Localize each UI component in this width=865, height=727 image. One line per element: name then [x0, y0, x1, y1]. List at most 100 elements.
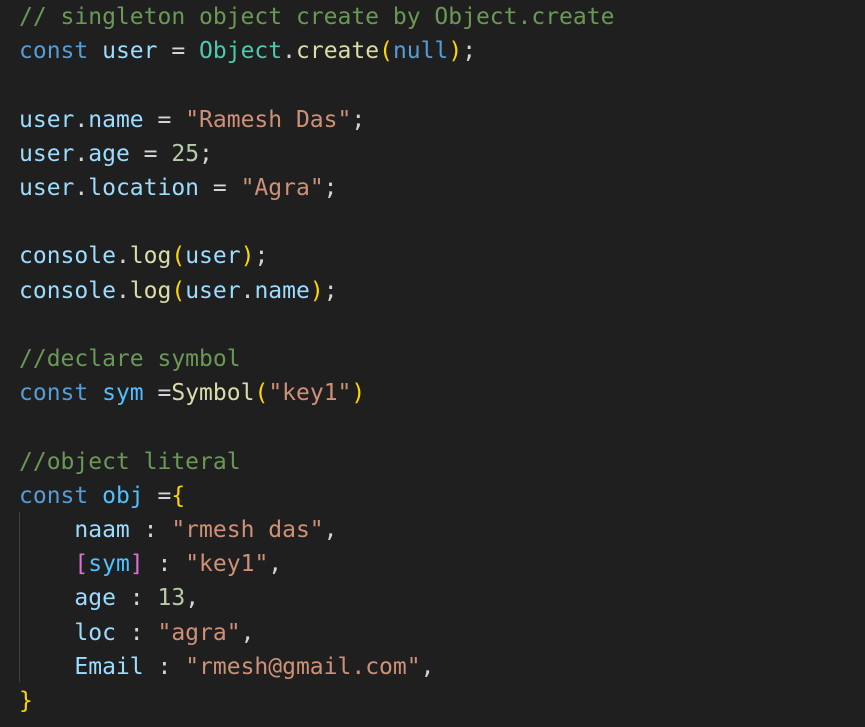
code-token: = [143, 106, 186, 133]
code-token: ) [448, 38, 463, 65]
code-token: user [185, 243, 241, 270]
code-token: . [74, 106, 89, 133]
code-line[interactable]: age : 13, [19, 581, 199, 615]
code-token: . [115, 243, 130, 270]
code-token: location [88, 175, 200, 201]
code-line[interactable]: Email : "rmesh@gmail.com", [19, 650, 434, 684]
code-line[interactable]: loc : "agra", [19, 616, 254, 650]
code-token: : [115, 585, 158, 612]
code-token: name [254, 277, 310, 304]
code-token: , [185, 585, 200, 612]
code-token: : [143, 653, 186, 680]
code-token: , [323, 517, 338, 543]
code-token: user [19, 106, 75, 133]
code-token: //declare symbol [19, 346, 241, 372]
code-token: = [129, 140, 172, 167]
code-line[interactable]: // singleton object create by Object.cre… [19, 0, 614, 34]
code-token: "rmesh@gmail.com" [185, 653, 421, 680]
code-token: const [19, 380, 89, 407]
code-line[interactable]: naam : "rmesh das", [19, 513, 338, 547]
code-token: ( [171, 277, 186, 304]
code-token: "Ramesh Das" [185, 106, 352, 133]
code-token: obj [102, 482, 144, 509]
code-token: console [19, 243, 116, 270]
code-token: "key1" [185, 551, 269, 578]
code-token: user [19, 140, 75, 167]
code-token: : [115, 619, 158, 646]
code-line[interactable]: const sym =Symbol("key1") [19, 376, 365, 410]
code-token: ] [129, 551, 144, 578]
code-line[interactable]: const obj ={ [19, 479, 185, 513]
code-token: ( [379, 38, 393, 65]
code-token: ; [462, 38, 477, 65]
code-token: = [199, 175, 241, 201]
code-token: ) [240, 243, 255, 270]
code-token: ) [351, 380, 366, 407]
code-line[interactable]: user.age = 25; [19, 137, 213, 171]
code-token: ; [351, 106, 366, 133]
code-token: } [19, 688, 33, 714]
code-token: sym [102, 380, 144, 407]
code-token: [ [74, 551, 89, 578]
code-line[interactable]: //declare symbol [19, 342, 241, 376]
code-token: . [282, 38, 296, 65]
code-token: "agra" [157, 619, 241, 646]
code-token: , [240, 619, 255, 646]
code-token: = [143, 482, 172, 509]
code-token: "Agra" [240, 175, 324, 201]
code-token: ; [254, 243, 269, 270]
code-token: . [240, 277, 255, 304]
code-token: . [74, 140, 89, 167]
code-token: null [392, 38, 449, 65]
code-line[interactable]: [sym] : "key1", [19, 547, 282, 581]
code-token: ; [199, 140, 213, 167]
code-line[interactable]: user.location = "Agra"; [19, 171, 338, 205]
code-editor[interactable]: // singleton object create by Object.cre… [0, 0, 865, 727]
code-token: name [88, 106, 144, 133]
code-token: loc [74, 619, 116, 646]
code-token: Object [199, 38, 283, 65]
code-token: age [88, 140, 130, 167]
code-token: Symbol [171, 380, 255, 407]
code-line[interactable]: console.log(user); [19, 239, 268, 273]
code-token: create [296, 38, 380, 65]
code-token: 13 [157, 585, 186, 612]
code-token: { [171, 482, 186, 509]
code-token: user [19, 175, 75, 201]
code-token: ; [323, 277, 338, 304]
code-token: = [157, 38, 200, 65]
code-token: user [185, 277, 241, 304]
code-token: : [143, 551, 186, 578]
code-line[interactable]: } [19, 684, 33, 718]
code-token: console [19, 277, 116, 304]
code-token: , [420, 653, 435, 680]
code-token: // singleton object create by Object.cre… [19, 4, 615, 30]
code-token: ( [254, 380, 269, 407]
code-token: naam [74, 517, 130, 543]
code-token: sym [88, 551, 130, 578]
code-token: , [268, 551, 283, 578]
code-line[interactable]: user.name = "Ramesh Das"; [19, 103, 365, 137]
code-token: log [129, 277, 172, 304]
code-line[interactable]: console.log(user.name); [19, 274, 338, 308]
code-token: "rmesh das" [171, 517, 324, 543]
code-token: = [143, 380, 172, 407]
code-token: ( [171, 243, 186, 270]
code-token: : [129, 517, 172, 543]
code-line[interactable]: //object literal [19, 445, 241, 479]
code-token: const [19, 38, 89, 65]
code-token: age [74, 585, 116, 612]
code-token: log [129, 243, 172, 270]
code-token: . [74, 175, 89, 201]
code-token: "key1" [268, 380, 352, 407]
code-token: const [19, 482, 89, 509]
code-line[interactable]: const user = Object.create(null); [19, 34, 476, 68]
